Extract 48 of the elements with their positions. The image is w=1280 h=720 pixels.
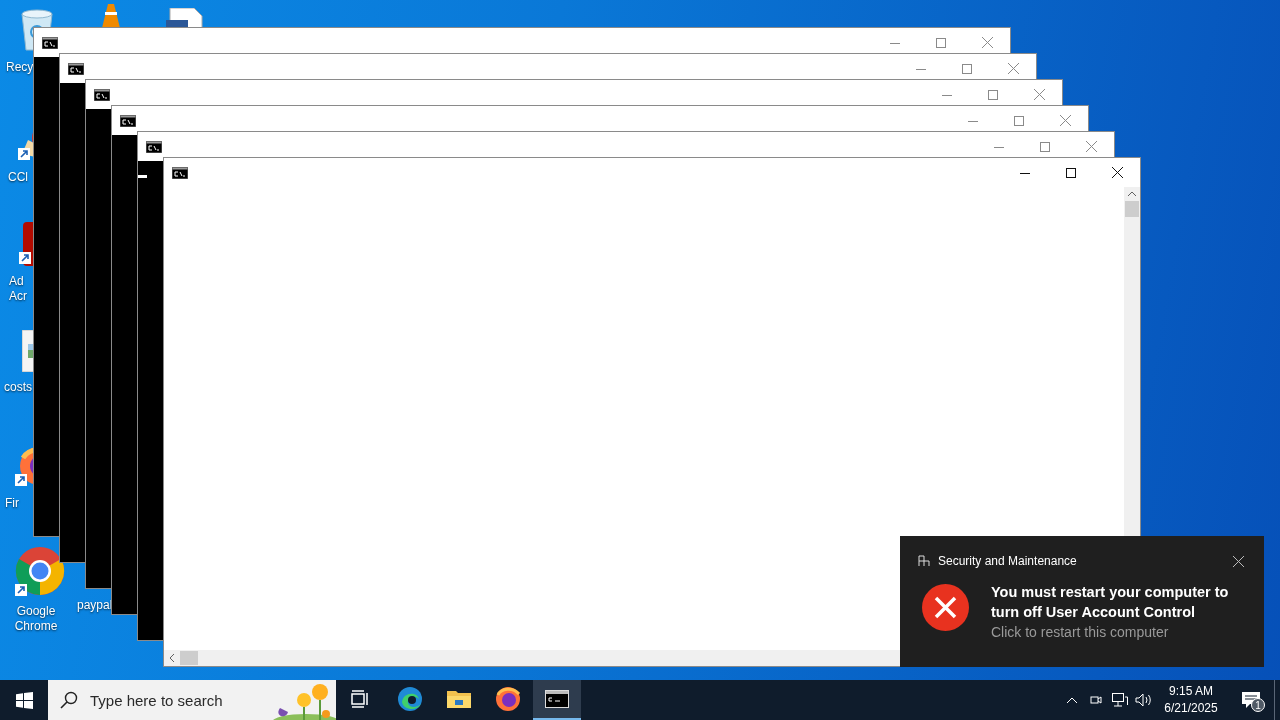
- folder-icon: [446, 688, 472, 710]
- console-icon: [94, 88, 110, 101]
- search-field[interactable]: Type here to search: [88, 690, 262, 710]
- maximize-icon: [962, 63, 972, 74]
- close-icon: [1033, 89, 1045, 100]
- edge-icon: [397, 686, 423, 712]
- console-icon: [68, 62, 84, 75]
- console-icon: [172, 166, 188, 179]
- notification-title: You must restart your computer to turn off User Account Control: [991, 583, 1230, 622]
- desktop-icon-label[interactable]: Google Chrome: [14, 604, 58, 634]
- task-view-icon: [351, 690, 371, 708]
- close-icon: [1111, 167, 1123, 178]
- close-icon: [1085, 141, 1097, 152]
- notification-count-badge: 1: [1251, 698, 1265, 712]
- flag-icon: [918, 555, 930, 567]
- desktop-icon-label[interactable]: CCl: [8, 170, 28, 185]
- search-icon: [60, 691, 78, 709]
- notification-source: Security and Maintenance: [938, 554, 1078, 568]
- error-icon: [922, 584, 969, 631]
- search-bar[interactable]: Type here to search: [48, 680, 336, 720]
- maximize-icon: [936, 37, 946, 48]
- maximize-icon: [1014, 115, 1024, 126]
- clock-date: 6/21/2025: [1164, 700, 1218, 717]
- scrollbar-thumb[interactable]: [180, 651, 198, 665]
- maximize-icon: [1040, 141, 1050, 152]
- clock-time: 9:15 AM: [1169, 683, 1213, 700]
- firefox-icon: [495, 686, 521, 712]
- desktop-icon-label[interactable]: Recy: [6, 60, 34, 75]
- close-icon: [981, 37, 993, 48]
- taskbar-app-button[interactable]: [533, 680, 581, 720]
- notification-toast[interactable]: Security and Maintenance You must restart your computer to turn off User Account Control Click to restart this computer: [900, 536, 1264, 667]
- close-icon: [1059, 115, 1071, 126]
- console-icon: [545, 690, 569, 708]
- console-icon: [120, 114, 136, 127]
- maximize-icon: [988, 89, 998, 100]
- desktop-icon-label[interactable]: costs: [4, 380, 32, 395]
- action-center-button[interactable]: 1: [1228, 680, 1274, 720]
- console-icon: [146, 140, 162, 153]
- scrollbar-thumb[interactable]: [1125, 201, 1139, 217]
- close-icon: [1007, 63, 1019, 74]
- desktop-icon-label[interactable]: paypal: [77, 598, 113, 613]
- windows-logo-icon: [15, 691, 33, 709]
- console-icon: [42, 36, 58, 49]
- desktop-icon-label[interactable]: Fir: [5, 496, 19, 511]
- notification-message: Click to restart this computer: [991, 623, 1170, 642]
- close-icon[interactable]: [1233, 555, 1244, 567]
- desktop-icon-label[interactable]: Ad Acr: [9, 274, 27, 304]
- maximize-icon: [1066, 167, 1076, 178]
